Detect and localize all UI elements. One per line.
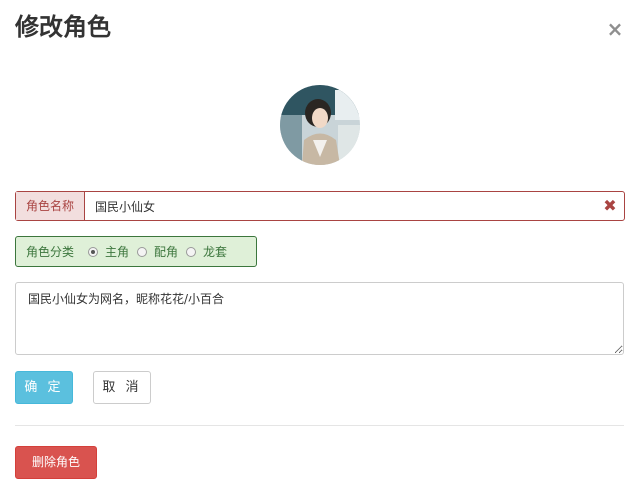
dialog-title: 修改角色 (15, 13, 111, 41)
radio-circle-icon[interactable] (88, 246, 99, 257)
name-input[interactable] (85, 192, 596, 220)
category-group: 角色分类 主角 配角 龙套 (15, 236, 257, 267)
name-field-label: 角色名称 (16, 192, 85, 220)
radio-option-label: 龙套 (203, 245, 228, 259)
description-textarea[interactable]: 国民小仙女为网名，昵称花花/小百合 (15, 282, 624, 355)
cancel-button[interactable]: 取 消 (93, 371, 151, 404)
radio-option-label: 主角 (105, 245, 130, 259)
category-label: 角色分类 (26, 245, 75, 259)
clear-x-icon[interactable]: ✖ (596, 192, 624, 220)
avatar (280, 85, 360, 165)
name-field-group: 角色名称 ✖ (15, 191, 625, 221)
avatar-photo-icon (280, 85, 360, 165)
close-icon[interactable]: × (605, 19, 625, 39)
radio-option-lead[interactable]: 主角 (88, 243, 129, 260)
confirm-button[interactable]: 确 定 (15, 371, 73, 404)
radio-option-label: 配角 (154, 245, 179, 259)
divider (15, 425, 624, 426)
radio-circle-icon[interactable] (186, 246, 197, 257)
radio-option-extra[interactable]: 龙套 (186, 243, 227, 260)
radio-option-supporting[interactable]: 配角 (137, 243, 178, 260)
delete-role-button[interactable]: 删除角色 (15, 446, 97, 479)
radio-circle-icon[interactable] (137, 246, 148, 257)
